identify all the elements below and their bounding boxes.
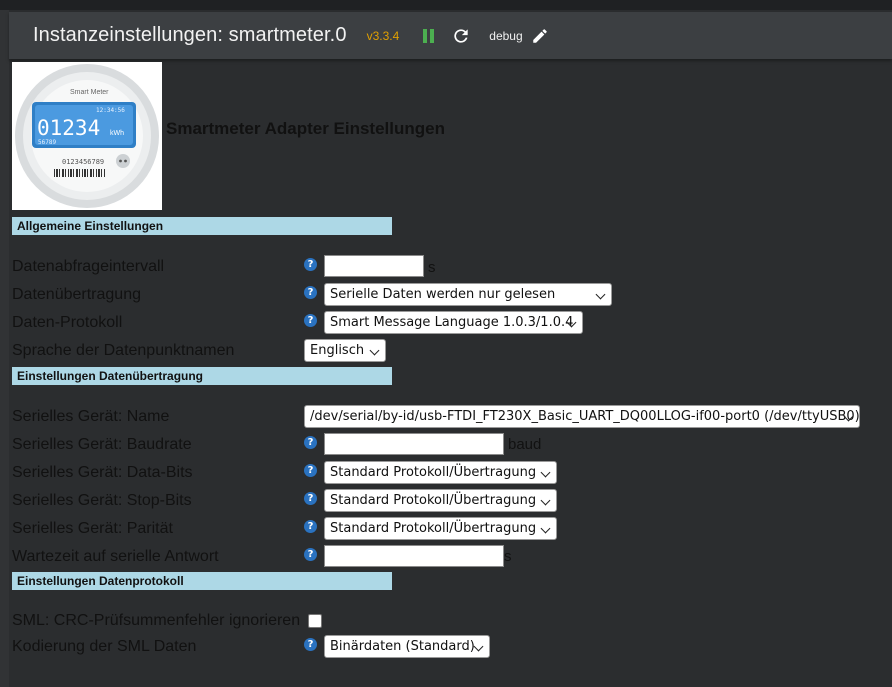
dialog-title: Instanzeinstellungen: smartmeter.0 (33, 24, 347, 46)
interval-input[interactable] (324, 255, 424, 277)
logo-serial: 0123456789 (62, 158, 104, 166)
logo-reading: 01234 (37, 116, 100, 140)
transfer-label: Datenübertragung (12, 286, 141, 303)
crc-ignore-checkbox[interactable] (308, 614, 322, 628)
log-level-label[interactable]: debug (489, 29, 522, 43)
stopbits-select[interactable]: Standard Protokoll/Übertragung (324, 489, 557, 512)
response-wait-input[interactable] (324, 545, 504, 567)
dialog-header: Instanzeinstellungen: smartmeter.0 v3.3.… (9, 12, 892, 59)
serial-name-select[interactable]: /dev/serial/by-id/usb-FTDI_FT230X_Basic_… (304, 405, 860, 428)
help-icon[interactable]: ? (304, 548, 317, 561)
databits-selected: Standard Protokoll/Übertragung (330, 465, 537, 480)
section-protocol-header: Einstellungen Datenprotokoll (12, 572, 392, 590)
reload-icon[interactable] (451, 26, 471, 46)
chevron-down-icon (473, 641, 484, 652)
chevron-down-icon (540, 523, 551, 534)
section-transfer-header: Einstellungen Datenübertragung (12, 367, 392, 385)
protocol-selected: Smart Message Language 1.0.3/1.0.4 (330, 315, 574, 330)
help-icon[interactable]: ? (304, 436, 317, 449)
baudrate-unit: baud (508, 436, 542, 453)
settings-content: Smart Meter 12:34:56 01234 kWh 56789 012… (12, 62, 892, 687)
version-badge: v3.3.4 (366, 28, 400, 43)
baudrate-label: Serielles Gerät: Baudrate (12, 436, 192, 453)
help-icon[interactable]: ? (304, 286, 317, 299)
stopbits-selected: Standard Protokoll/Übertragung (330, 493, 537, 508)
help-icon[interactable]: ? (304, 638, 317, 651)
sml-encoding-label: Kodierung der SML Daten (12, 638, 197, 655)
chevron-down-icon (369, 345, 380, 356)
logo-brand: Smart Meter (70, 89, 109, 96)
language-select[interactable]: Englisch (304, 339, 386, 362)
serial-name-label: Serielles Gerät: Name (12, 408, 170, 425)
parity-label: Serielles Gerät: Parität (12, 520, 173, 537)
databits-select[interactable]: Standard Protokoll/Übertragung (324, 461, 557, 484)
help-icon[interactable]: ? (304, 492, 317, 505)
logo-sub: 56789 (38, 139, 56, 146)
parity-select[interactable]: Standard Protokoll/Übertragung (324, 517, 557, 540)
edit-pencil-icon[interactable] (531, 27, 549, 45)
response-wait-label: Wartezeit auf serielle Antwort (12, 548, 219, 565)
help-icon[interactable]: ? (304, 314, 317, 327)
pause-icon[interactable] (421, 28, 435, 44)
language-label: Sprache der Datenpunktnamen (12, 342, 235, 359)
databits-label: Serielles Gerät: Data-Bits (12, 464, 193, 481)
smartmeter-logo: Smart Meter 12:34:56 01234 kWh 56789 012… (12, 62, 162, 210)
transfer-select[interactable]: Serielle Daten werden nur gelesen (324, 283, 612, 306)
chevron-down-icon (540, 467, 551, 478)
protocol-label: Daten-Protokoll (12, 314, 123, 331)
protocol-select[interactable]: Smart Message Language 1.0.3/1.0.4 (324, 311, 583, 334)
chevron-down-icon (540, 495, 551, 506)
baudrate-input[interactable] (324, 433, 504, 455)
help-icon[interactable]: ? (304, 520, 317, 533)
stopbits-label: Serielles Gerät: Stop-Bits (12, 492, 192, 509)
serial-name-selected: /dev/serial/by-id/usb-FTDI_FT230X_Basic_… (310, 409, 860, 424)
sml-encoding-select[interactable]: Binärdaten (Standard) (324, 635, 490, 658)
help-icon[interactable]: ? (304, 464, 317, 477)
language-selected: Englisch (310, 343, 365, 358)
logo-unit: kWh (110, 130, 124, 137)
help-icon[interactable]: ? (304, 258, 317, 271)
logo-time: 12:34:56 (96, 107, 125, 114)
page-title: Smartmeter Adapter Einstellungen (166, 119, 445, 138)
top-strip (0, 0, 892, 10)
sml-encoding-selected: Binärdaten (Standard) (330, 639, 475, 654)
parity-selected: Standard Protokoll/Übertragung (330, 521, 537, 536)
section-general-header: Allgemeine Einstellungen (12, 217, 392, 235)
crc-ignore-label: SML: CRC-Prüfsummenfehler ignorieren (12, 612, 301, 629)
response-wait-unit: s (504, 548, 512, 565)
transfer-selected: Serielle Daten werden nur gelesen (330, 287, 556, 302)
chevron-down-icon (595, 289, 606, 300)
interval-unit: s (428, 259, 436, 276)
interval-label: Datenabfrageintervall (12, 258, 165, 275)
